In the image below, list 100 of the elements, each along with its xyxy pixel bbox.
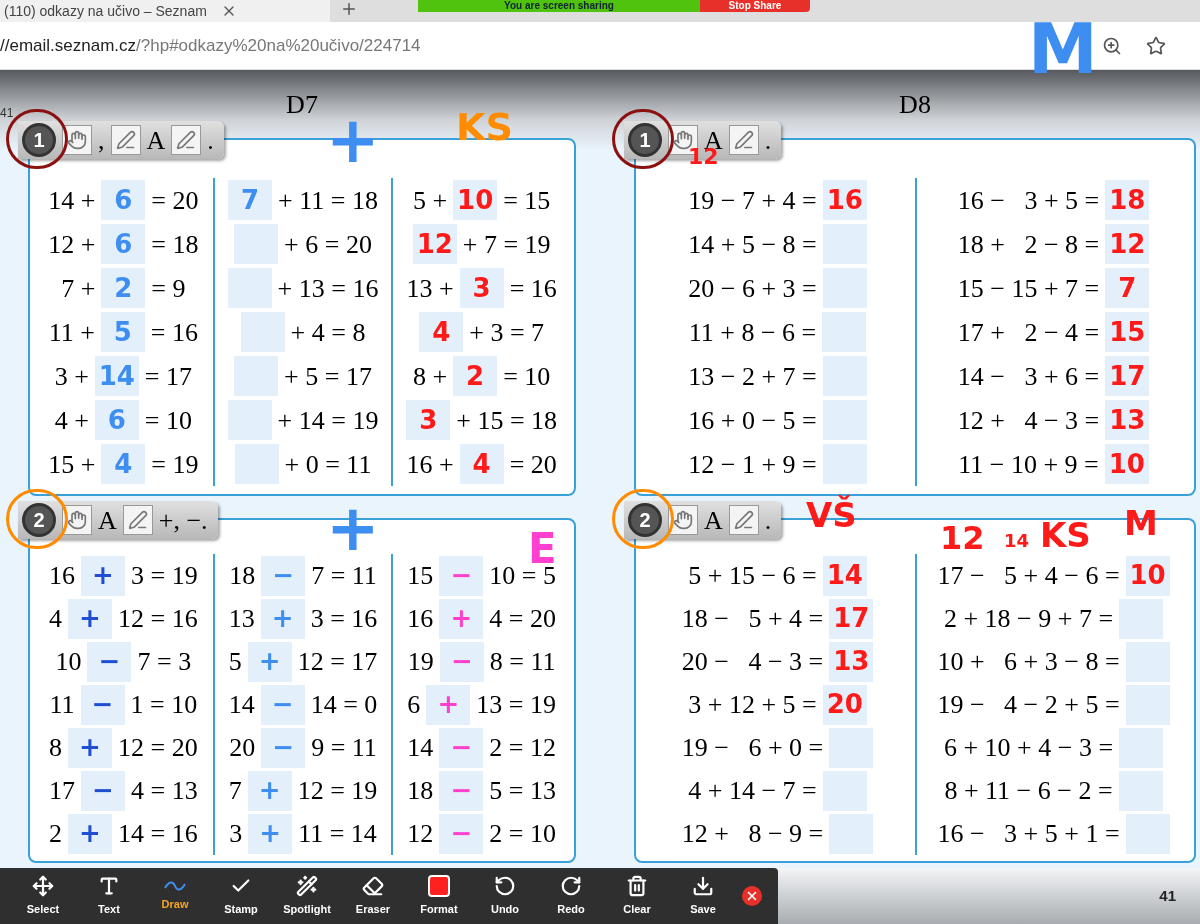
toolbar-button[interactable]: Format bbox=[406, 871, 472, 921]
answer-box[interactable]: + bbox=[260, 598, 305, 639]
answer-box[interactable]: 5 bbox=[100, 312, 145, 352]
equation-text: 12 − 1 + 9 = bbox=[688, 448, 817, 481]
answer-box[interactable] bbox=[234, 444, 279, 484]
answer-box[interactable]: 6 bbox=[101, 224, 146, 264]
answer-box[interactable]: − bbox=[439, 555, 484, 596]
answer-box[interactable]: + bbox=[81, 555, 125, 596]
answer-box[interactable] bbox=[829, 813, 874, 854]
answer-box[interactable] bbox=[822, 356, 867, 396]
equation-text: 19 − 7 + 4 = bbox=[688, 184, 817, 217]
address-field[interactable]: //email.seznam.cz/?hp#odkazy%20na%20učivo/224714 bbox=[0, 32, 421, 59]
answer-box[interactable]: 4 bbox=[459, 444, 504, 484]
answer-box[interactable] bbox=[1118, 770, 1163, 811]
instruction-symbol: A bbox=[146, 124, 166, 157]
answer-box[interactable] bbox=[1119, 727, 1164, 768]
answer-box[interactable] bbox=[822, 444, 867, 484]
answer-box[interactable] bbox=[1125, 684, 1170, 725]
answer-box[interactable] bbox=[822, 312, 867, 352]
toolbar-button[interactable]: Redo bbox=[538, 871, 604, 921]
toolbar-button[interactable]: Text bbox=[76, 871, 142, 921]
answer-box[interactable]: 2 bbox=[101, 268, 146, 308]
answer-box[interactable]: + bbox=[247, 770, 292, 811]
toolbar-button[interactable]: Eraser bbox=[340, 871, 406, 921]
answer-box[interactable]: − bbox=[439, 813, 484, 854]
answer-box[interactable] bbox=[234, 224, 279, 264]
handwritten-answer: + bbox=[271, 602, 294, 635]
toolbar-button[interactable]: Select bbox=[10, 871, 76, 921]
answer-box[interactable]: − bbox=[261, 727, 306, 768]
equation-text: 5 + 15 − 6 = bbox=[688, 560, 817, 592]
equation-text: = 16 bbox=[150, 316, 198, 349]
answer-box[interactable]: + bbox=[68, 598, 112, 639]
answer-box[interactable]: + bbox=[247, 641, 292, 682]
answer-box[interactable]: + bbox=[68, 813, 112, 854]
number-badge: 2 bbox=[628, 503, 662, 537]
answer-box[interactable]: + bbox=[68, 727, 112, 768]
answer-box[interactable] bbox=[822, 224, 867, 264]
handwritten-answer: + bbox=[79, 602, 101, 635]
equation-text: + 6 = 20 bbox=[284, 228, 372, 261]
star-icon[interactable] bbox=[1146, 35, 1166, 56]
equation-text: = 16 bbox=[509, 272, 557, 305]
answer-box[interactable]: + bbox=[248, 813, 293, 854]
answer-box[interactable]: − bbox=[439, 770, 484, 811]
spotlight-icon bbox=[296, 874, 318, 897]
handwritten-answer: 6 bbox=[114, 227, 133, 261]
answer-box[interactable]: 6 bbox=[94, 400, 139, 440]
toolbar-button[interactable]: Save bbox=[670, 871, 736, 921]
equation-text: 12 = 20 bbox=[118, 732, 198, 764]
answer-box[interactable] bbox=[822, 400, 867, 440]
answer-box[interactable]: 7 bbox=[228, 180, 273, 220]
answer-box[interactable]: − bbox=[87, 641, 132, 682]
answer-box[interactable]: + bbox=[439, 598, 484, 639]
answer-box[interactable] bbox=[822, 268, 867, 308]
equation-text: = 10 bbox=[503, 360, 551, 393]
equation-text: 2 = 12 bbox=[489, 732, 556, 764]
toolbar-button[interactable]: Spotlight bbox=[274, 871, 340, 921]
answer-box[interactable]: 7 bbox=[1105, 268, 1150, 308]
answer-box[interactable] bbox=[1125, 641, 1170, 682]
equation-text: = 9 bbox=[151, 272, 186, 305]
answer-box[interactable] bbox=[240, 312, 285, 352]
answer-box[interactable] bbox=[829, 727, 874, 768]
equation-text: + 11 = 18 bbox=[278, 184, 378, 217]
answer-box[interactable]: − bbox=[439, 727, 484, 768]
stop-share-button[interactable]: Stop Share bbox=[700, 0, 810, 12]
answer-box[interactable]: 2 bbox=[453, 356, 498, 396]
url-host: //email.seznam.cz bbox=[0, 34, 137, 57]
equation-text: 3 + bbox=[54, 360, 89, 393]
equation-text: = 18 bbox=[151, 228, 199, 261]
handwritten-note: M bbox=[1028, 14, 1098, 84]
answer-box[interactable] bbox=[1119, 598, 1164, 639]
answer-box[interactable]: − bbox=[260, 684, 305, 725]
answer-box[interactable]: 3 bbox=[459, 268, 504, 308]
section-title: D8 bbox=[898, 89, 932, 121]
answer-box[interactable]: 3 bbox=[406, 400, 451, 440]
answer-box[interactable] bbox=[822, 770, 867, 811]
answer-box[interactable] bbox=[227, 400, 272, 440]
answer-box[interactable]: + bbox=[426, 684, 471, 725]
answer-box[interactable] bbox=[234, 356, 279, 396]
answer-box[interactable]: − bbox=[439, 641, 484, 682]
zoom-icon[interactable] bbox=[1102, 35, 1122, 56]
answer-box[interactable] bbox=[227, 268, 272, 308]
browser-tab[interactable]: (110) odkazy na učivo – Seznam bbox=[0, 0, 330, 22]
equation-text: 5 + bbox=[413, 184, 448, 217]
answer-box[interactable]: − bbox=[81, 770, 125, 811]
answer-box[interactable]: − bbox=[80, 684, 125, 725]
answer-box[interactable] bbox=[1125, 813, 1170, 854]
toolbar-button[interactable]: Stamp bbox=[208, 871, 274, 921]
answer-box[interactable]: 4 bbox=[101, 444, 146, 484]
equation-text: 13 + bbox=[406, 272, 454, 305]
handwritten-note: 14 bbox=[1004, 532, 1030, 550]
equation-text: 4 = 13 bbox=[131, 775, 198, 807]
new-tab-icon[interactable] bbox=[340, 0, 358, 18]
toolbar-button[interactable]: Undo bbox=[472, 871, 538, 921]
answer-box[interactable]: − bbox=[261, 555, 306, 596]
answer-box[interactable]: 6 bbox=[101, 180, 146, 220]
toolbar-button[interactable]: Clear bbox=[604, 871, 670, 921]
toolbar-button[interactable]: Draw bbox=[142, 871, 208, 921]
handwritten-answer: + bbox=[79, 731, 101, 764]
close-icon[interactable] bbox=[742, 886, 762, 906]
answer-box[interactable]: 4 bbox=[419, 312, 464, 352]
